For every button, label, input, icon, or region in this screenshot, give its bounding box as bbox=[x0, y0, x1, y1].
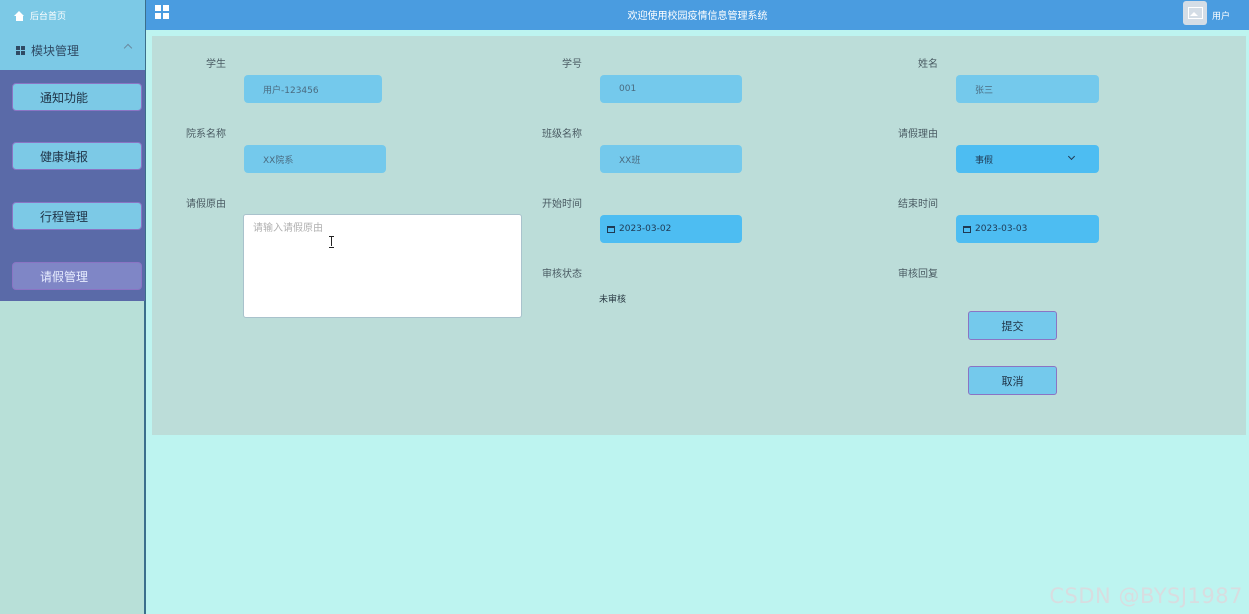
student-label: 学生 bbox=[206, 59, 226, 70]
end-date-picker[interactable]: 2023-03-03 bbox=[956, 215, 1099, 243]
sidebar-home-label: 后台首页 bbox=[30, 12, 67, 22]
sidebar-item-health[interactable]: 健康填报 bbox=[12, 142, 142, 170]
home-icon bbox=[14, 10, 25, 21]
name-field[interactable]: 张三 bbox=[956, 75, 1099, 103]
sidebar: 后台首页 模块管理 通知功能 健康填报 行程管理 请假管理 bbox=[0, 0, 146, 614]
name-label: 姓名 bbox=[918, 59, 938, 70]
chevron-down-icon bbox=[1067, 152, 1076, 161]
start-date-value: 2023-03-02 bbox=[619, 224, 672, 234]
student-field[interactable]: 用户-123456 bbox=[244, 75, 382, 103]
submit-button[interactable]: 提交 bbox=[968, 311, 1057, 340]
sidebar-item-leave[interactable]: 请假管理 bbox=[12, 262, 142, 290]
cancel-button[interactable]: 取消 bbox=[968, 366, 1057, 395]
text-cursor-icon bbox=[329, 236, 334, 248]
sidebar-module-toggle[interactable]: 模块管理 bbox=[0, 31, 145, 70]
class-label: 班级名称 bbox=[542, 129, 582, 140]
sidebar-item-notice[interactable]: 通知功能 bbox=[12, 83, 142, 111]
top-header: 欢迎使用校园疫情信息管理系统 用户 bbox=[146, 0, 1249, 30]
leave-type-select[interactable]: 事假 bbox=[956, 145, 1099, 173]
audit-reply-label: 审核回复 bbox=[898, 269, 938, 280]
leave-type-value: 事假 bbox=[975, 155, 994, 166]
avatar[interactable] bbox=[1183, 1, 1207, 25]
sidebar-home-link[interactable]: 后台首页 bbox=[0, 0, 145, 31]
dept-label: 院系名称 bbox=[186, 129, 226, 140]
id-label: 学号 bbox=[562, 59, 582, 70]
start-time-label: 开始时间 bbox=[542, 199, 582, 210]
calendar-icon bbox=[963, 225, 971, 233]
sidebar-module-label: 模块管理 bbox=[31, 44, 80, 58]
user-label[interactable]: 用户 bbox=[1212, 9, 1230, 22]
leave-type-label: 请假理由 bbox=[898, 129, 938, 140]
chevron-up-icon bbox=[123, 43, 133, 53]
end-time-label: 结束时间 bbox=[898, 199, 938, 210]
leave-form-panel: 学生 用户-123456 学号 001 姓名 张三 院系名称 XX院系 班级名称… bbox=[152, 36, 1246, 435]
reason-textarea[interactable]: 请输入请假原由 bbox=[243, 214, 522, 318]
module-grid-icon bbox=[16, 46, 25, 55]
dept-field[interactable]: XX院系 bbox=[244, 145, 386, 173]
start-date-picker[interactable]: 2023-03-02 bbox=[600, 215, 742, 243]
sidebar-item-trip[interactable]: 行程管理 bbox=[12, 202, 142, 230]
end-date-value: 2023-03-03 bbox=[975, 224, 1028, 234]
audit-status-label: 审核状态 bbox=[542, 269, 582, 280]
page-title: 欢迎使用校园疫情信息管理系统 bbox=[627, 11, 768, 22]
sidebar-menu: 通知功能 健康填报 行程管理 请假管理 bbox=[0, 70, 145, 301]
reason-label: 请假原由 bbox=[186, 199, 226, 210]
audit-status-value: 未审核 bbox=[599, 295, 627, 305]
class-field[interactable]: XX班 bbox=[600, 145, 742, 173]
calendar-icon bbox=[607, 225, 615, 233]
watermark: CSDN @BYSJ1987 bbox=[1049, 584, 1243, 608]
id-field[interactable]: 001 bbox=[600, 75, 742, 103]
